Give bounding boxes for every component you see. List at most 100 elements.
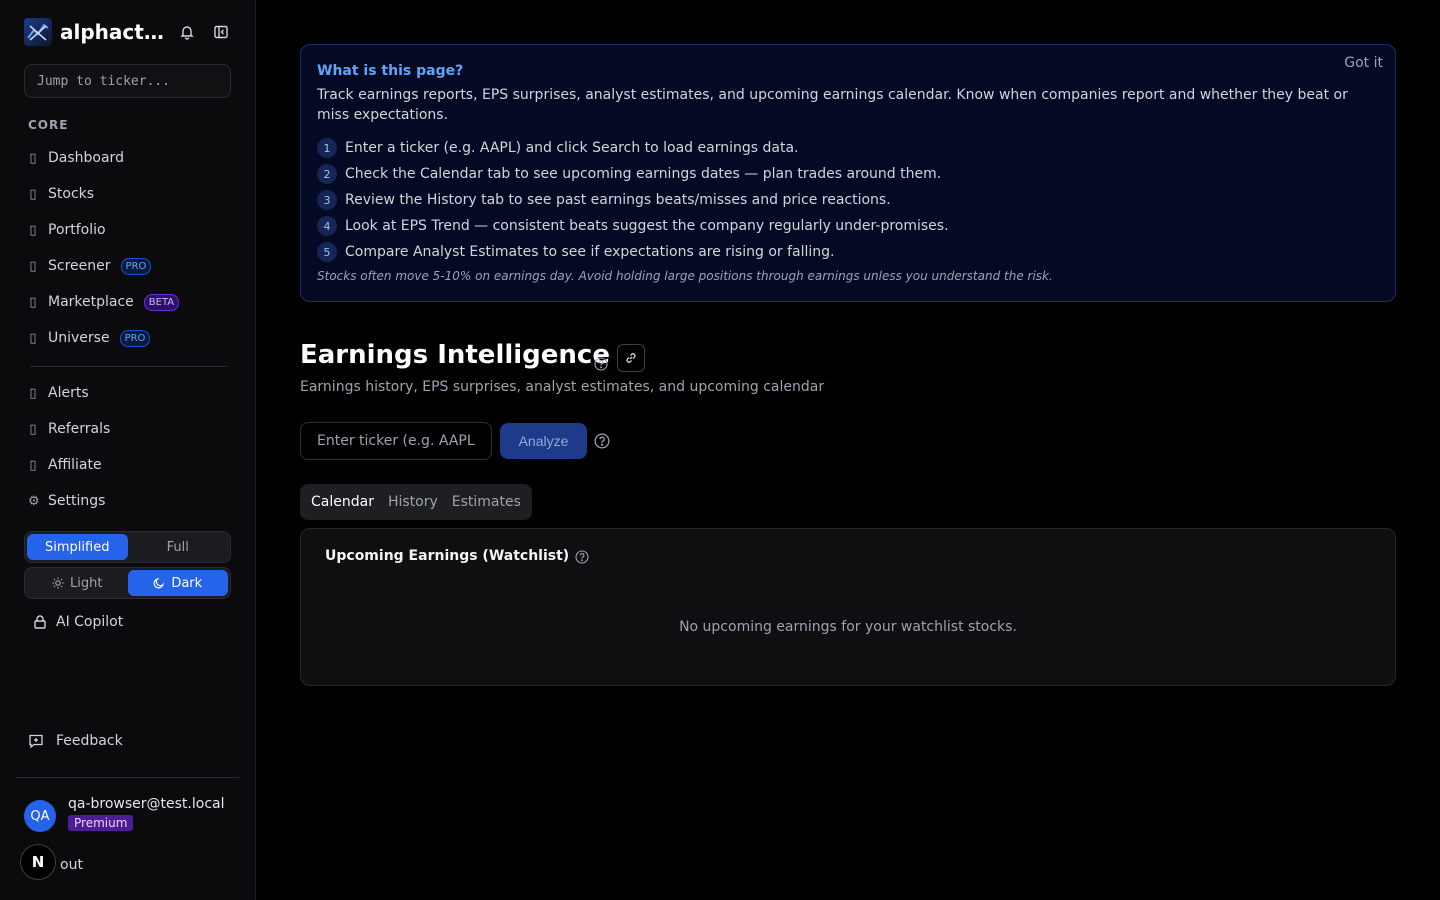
tab-bar: Calendar History Estimates: [300, 484, 532, 520]
jump-to-ticker[interactable]: [24, 64, 231, 98]
tab-estimates[interactable]: Estimates: [445, 488, 528, 516]
sidebar-item-screener[interactable]: ▯ Screener PRO: [24, 251, 228, 281]
info-note: Stocks often move 5-10% on earnings day.…: [317, 269, 1053, 283]
sidebar-item-referrals[interactable]: ▯ Referrals: [24, 414, 228, 444]
feedback-label: Feedback: [56, 733, 123, 749]
sun-icon: [52, 577, 64, 589]
user-info: qa-browser@test.local Premium: [68, 796, 225, 831]
tab-calendar[interactable]: Calendar: [304, 488, 381, 516]
theme-dark-label: Dark: [171, 575, 203, 591]
bell-icon[interactable]: [176, 21, 198, 43]
ai-copilot-item[interactable]: AI Copilot: [32, 614, 123, 630]
info-step: 4 Look at EPS Trend — consistent beats s…: [317, 213, 1379, 239]
info-steps: 1 Enter a ticker (e.g. AAPL) and click S…: [317, 135, 1379, 265]
step-number: 4: [317, 216, 337, 236]
sidebar-divider: [30, 366, 227, 367]
brand-name[interactable]: alphactual: [60, 20, 168, 44]
analyze-button[interactable]: Analyze: [500, 423, 587, 459]
page-subtitle: Earnings history, EPS surprises, analyst…: [300, 379, 825, 395]
sidebar-item-label: Affiliate: [48, 457, 102, 473]
sidebar-collapse-icon[interactable]: [210, 21, 232, 43]
alerts-icon: ▯: [29, 385, 37, 401]
affiliate-icon: ▯: [29, 457, 37, 473]
section-title-core: CORE: [28, 118, 69, 132]
referrals-icon: ▯: [29, 421, 37, 437]
plan-badge: Premium: [68, 815, 134, 831]
sidebar-item-label: Portfolio: [48, 222, 106, 238]
link-icon: [626, 353, 636, 363]
app-root: alphactual CORE ▯ Dashboard ▯ Stocks: [0, 0, 1440, 900]
help-icon[interactable]: [594, 433, 610, 453]
sidebar-item-universe[interactable]: ▯ Universe PRO: [24, 323, 228, 353]
user-profile[interactable]: QA qa-browser@test.local Premium: [24, 796, 225, 832]
sign-out-link[interactable]: out: [60, 857, 83, 873]
mode-toggle: Simplified Full: [24, 531, 231, 563]
info-step: 1 Enter a ticker (e.g. AAPL) and click S…: [317, 135, 1379, 161]
ticker-input[interactable]: [317, 433, 475, 449]
info-box: Got it What is this page? Track earnings…: [300, 44, 1396, 302]
step-number: 2: [317, 164, 337, 184]
moon-icon: [153, 577, 165, 589]
sidebar-item-alerts[interactable]: ▯ Alerts: [24, 378, 228, 408]
sidebar: alphactual CORE ▯ Dashboard ▯ Stocks: [0, 0, 256, 900]
got-it-button[interactable]: Got it: [1344, 55, 1383, 71]
copy-link-button[interactable]: [617, 344, 645, 372]
sidebar-item-label: Dashboard: [48, 150, 124, 166]
info-title: What is this page?: [317, 63, 464, 79]
ai-copilot-label: AI Copilot: [56, 614, 124, 630]
sidebar-item-affiliate[interactable]: ▯ Affiliate: [24, 450, 228, 480]
theme-light-button[interactable]: Light: [27, 570, 128, 596]
sidebar-item-portfolio[interactable]: ▯ Portfolio: [24, 215, 228, 245]
theme-dark-button[interactable]: Dark: [127, 570, 228, 596]
sidebar-item-label: Alerts: [48, 385, 89, 401]
info-step: 2 Check the Calendar tab to see upcoming…: [317, 161, 1379, 187]
card-title: Upcoming Earnings (Watchlist): [325, 547, 589, 564]
portfolio-icon: ▯: [29, 222, 37, 238]
theme-light-label: Light: [70, 575, 103, 591]
sidebar-item-label: Stocks: [48, 186, 95, 202]
info-description: Track earnings reports, EPS surprises, a…: [317, 87, 1348, 123]
info-step: 5 Compare Analyst Estimates to see if ex…: [317, 239, 1379, 265]
step-text: Check the Calendar tab to see upcoming e…: [345, 166, 942, 182]
theme-toggle: Light Dark: [24, 567, 231, 599]
sidebar-item-dashboard[interactable]: ▯ Dashboard: [24, 143, 228, 173]
sidebar-item-stocks[interactable]: ▯ Stocks: [24, 179, 228, 209]
feedback-icon: [29, 734, 43, 749]
user-email: qa-browser@test.local: [68, 796, 225, 812]
help-icon[interactable]: [594, 356, 608, 375]
mode-full-button[interactable]: Full: [128, 534, 229, 560]
lock-icon: [34, 615, 46, 629]
empty-state-message: No upcoming earnings for your watchlist …: [679, 619, 1017, 635]
step-text: Look at EPS Trend — consistent beats sug…: [345, 218, 949, 234]
mode-simplified-button[interactable]: Simplified: [27, 534, 128, 560]
step-text: Review the History tab to see past earni…: [345, 192, 891, 208]
sidebar-item-label: Settings: [48, 493, 106, 509]
pro-badge: PRO: [120, 257, 152, 275]
brand: alphactual: [24, 18, 234, 46]
gear-icon: ⚙: [28, 493, 40, 509]
step-number: 1: [317, 138, 337, 158]
info-step: 3 Review the History tab to see past ear…: [317, 187, 1379, 213]
beta-badge: BETA: [143, 293, 180, 311]
jump-to-ticker-input[interactable]: [37, 73, 218, 89]
sidebar-item-settings[interactable]: ⚙ Settings: [24, 486, 228, 516]
feedback-item[interactable]: Feedback: [28, 733, 123, 749]
sidebar-item-label: Universe: [48, 330, 110, 346]
ticker-field[interactable]: [300, 422, 492, 460]
sidebar-divider: [16, 777, 239, 778]
help-icon[interactable]: [575, 550, 589, 564]
universe-icon: ▯: [29, 330, 37, 346]
logo-icon[interactable]: [24, 18, 52, 46]
card-title-text: Upcoming Earnings (Watchlist): [325, 547, 570, 564]
pro-badge: PRO: [119, 329, 151, 347]
sidebar-item-label: Referrals: [48, 421, 111, 437]
page-title: Earnings Intelligence: [300, 340, 610, 370]
step-number: 5: [317, 242, 337, 262]
stocks-icon: ▯: [29, 186, 37, 202]
upcoming-earnings-card: Upcoming Earnings (Watchlist) No upcomin…: [300, 528, 1396, 686]
tab-history[interactable]: History: [381, 488, 445, 516]
dev-tools-badge[interactable]: N: [20, 844, 56, 880]
sidebar-item-label: Marketplace: [48, 294, 134, 310]
sidebar-item-label: Screener: [48, 258, 111, 274]
sidebar-item-marketplace[interactable]: ▯ Marketplace BETA: [24, 287, 228, 317]
